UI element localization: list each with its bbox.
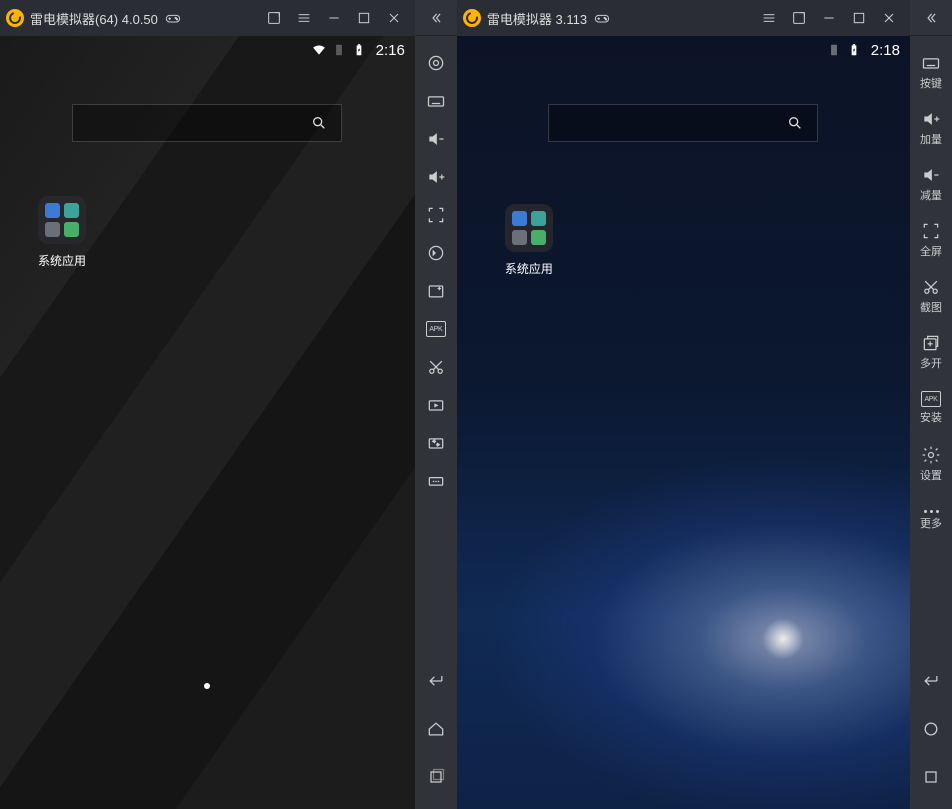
install-apk-button[interactable]: APK 安装 <box>910 380 952 436</box>
status-clock: 2:16 <box>376 42 405 59</box>
fullscreen-label: 全屏 <box>920 243 942 259</box>
maximize-icon[interactable] <box>349 0 379 36</box>
system-apps-folder[interactable]: 系统应用 <box>32 196 92 269</box>
nav-recent-button[interactable] <box>415 753 457 801</box>
sidebar-left: APK <box>415 0 457 809</box>
status-clock: 2:18 <box>871 42 900 59</box>
minimize-icon[interactable] <box>814 0 844 36</box>
keymap-label: 按键 <box>920 75 942 91</box>
maximize-icon[interactable] <box>844 0 874 36</box>
search-icon <box>311 115 327 131</box>
nav-home-button[interactable] <box>910 705 952 753</box>
more-label: 更多 <box>920 515 942 531</box>
close-icon[interactable] <box>379 0 409 36</box>
volume-up-label: 加量 <box>920 131 942 147</box>
emulator-instance-right: 雷电模拟器 3.113 2:18 <box>457 0 910 809</box>
volume-up-button[interactable] <box>415 158 457 196</box>
fullscreen-button[interactable] <box>415 196 457 234</box>
apk-icon: APK <box>921 391 941 407</box>
search-box[interactable] <box>548 104 818 142</box>
minimize-icon[interactable] <box>319 0 349 36</box>
folder-label: 系统应用 <box>499 260 559 277</box>
menu-icon[interactable] <box>289 0 319 36</box>
more-button[interactable]: 更多 <box>910 492 952 548</box>
keymap-button[interactable] <box>415 82 457 120</box>
folder-icon <box>505 204 553 252</box>
sim-icon <box>332 43 346 57</box>
settings-button[interactable]: 设置 <box>910 436 952 492</box>
collapse-sidebar-button[interactable] <box>415 0 457 36</box>
volume-down-label: 减量 <box>920 187 942 203</box>
window-title: 雷电模拟器 3.113 <box>487 9 587 28</box>
gamepad-icon[interactable] <box>158 0 188 36</box>
phone-screen-right[interactable]: 2:18 系统应用 <box>457 36 910 809</box>
nav-back-button[interactable] <box>910 657 952 705</box>
volume-up-button[interactable]: 加量 <box>910 100 952 156</box>
collapse-sidebar-button[interactable] <box>910 0 952 36</box>
search-icon <box>787 115 803 131</box>
android-statusbar: 2:16 <box>0 36 415 64</box>
multi-window-icon[interactable] <box>784 0 814 36</box>
gamepad-icon[interactable] <box>587 0 617 36</box>
phone-screen-left[interactable]: 2:16 系统应用 <box>0 36 415 809</box>
search-box[interactable] <box>72 104 342 142</box>
fullscreen-button[interactable]: 全屏 <box>910 212 952 268</box>
window-title: 雷电模拟器(64) 4.0.50 <box>30 9 158 28</box>
folder-icon <box>38 196 86 244</box>
titlebar-left: 雷电模拟器(64) 4.0.50 <box>0 0 415 36</box>
multi-window-icon[interactable] <box>259 0 289 36</box>
screenshot-button[interactable] <box>415 272 457 310</box>
install-label: 安装 <box>920 409 942 425</box>
record-video-button[interactable] <box>415 386 457 424</box>
settings-gear-button[interactable] <box>415 44 457 82</box>
rotate-button[interactable] <box>415 234 457 272</box>
nav-back-button[interactable] <box>415 657 457 705</box>
system-apps-folder[interactable]: 系统应用 <box>499 204 559 277</box>
install-apk-button[interactable]: APK <box>415 310 457 348</box>
nav-home-button[interactable] <box>415 705 457 753</box>
app-logo-icon <box>463 9 481 27</box>
apk-icon: APK <box>426 321 446 337</box>
more-dots-icon <box>924 510 939 513</box>
sidebar-right: 按键 加量 减量 全屏 截图 多开 APK 安装 设置 <box>910 0 952 809</box>
battery-icon <box>847 43 861 57</box>
scissors-button[interactable] <box>415 348 457 386</box>
settings-label: 设置 <box>920 467 942 483</box>
close-icon[interactable] <box>874 0 904 36</box>
android-statusbar: 2:18 <box>457 36 910 64</box>
multi-instance-button[interactable]: 多开 <box>910 324 952 380</box>
folder-label: 系统应用 <box>32 252 92 269</box>
titlebar-right: 雷电模拟器 3.113 <box>457 0 910 36</box>
more-button[interactable] <box>415 462 457 500</box>
wifi-icon <box>312 43 326 57</box>
screenshot-button[interactable]: 截图 <box>910 268 952 324</box>
sim-icon <box>827 43 841 57</box>
emulator-instance-left: 雷电模拟器(64) 4.0.50 2:16 <box>0 0 415 809</box>
multi-label: 多开 <box>920 355 942 371</box>
app-logo-icon <box>6 9 24 27</box>
shared-folder-button[interactable] <box>415 424 457 462</box>
battery-icon <box>352 43 366 57</box>
volume-down-button[interactable] <box>415 120 457 158</box>
volume-down-button[interactable]: 减量 <box>910 156 952 212</box>
nav-recent-button[interactable] <box>910 753 952 801</box>
screenshot-label: 截图 <box>920 299 942 315</box>
menu-icon[interactable] <box>754 0 784 36</box>
keymap-button[interactable]: 按键 <box>910 44 952 100</box>
page-indicator-dot <box>204 683 210 689</box>
